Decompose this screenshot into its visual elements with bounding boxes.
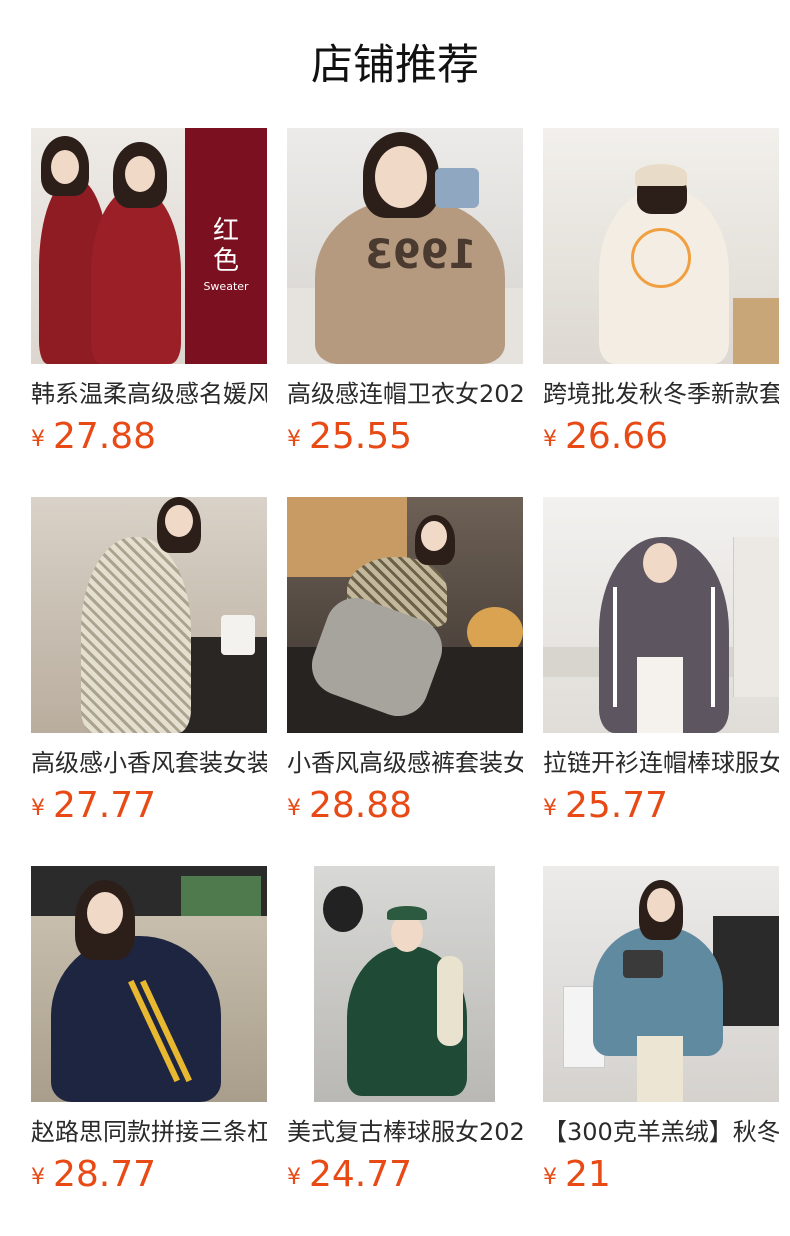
currency-symbol: ¥: [287, 796, 301, 821]
product-image[interactable]: [287, 497, 523, 733]
product-image[interactable]: [31, 866, 267, 1102]
product-price: ¥28.77: [31, 1154, 157, 1195]
product-title[interactable]: 【300克羊羔绒】秋冬外套: [543, 1114, 779, 1150]
product-price: ¥28.88: [287, 785, 413, 826]
product-image[interactable]: [543, 866, 779, 1102]
product-card[interactable]: 1993 高级感连帽卫衣女2023 ¥25.55: [287, 128, 523, 464]
product-price: ¥27.88: [31, 416, 157, 457]
product-title[interactable]: 跨境批发秋冬季新款套装: [543, 376, 779, 412]
product-image[interactable]: [543, 128, 779, 364]
product-image[interactable]: [31, 497, 267, 733]
currency-symbol: ¥: [31, 796, 45, 821]
smiley-print: [631, 228, 691, 288]
product-image[interactable]: [543, 497, 779, 733]
product-title[interactable]: 高级感连帽卫衣女2023: [287, 376, 523, 412]
currency-symbol: ¥: [31, 1165, 45, 1190]
product-price: ¥25.55: [287, 416, 413, 457]
product-card[interactable]: 拉链开衫连帽棒球服女 ¥25.77: [543, 497, 779, 833]
product-price: ¥26.66: [543, 416, 669, 457]
currency-symbol: ¥: [287, 1165, 301, 1190]
hoodie-print: 1993: [365, 232, 477, 278]
currency-symbol: ¥: [543, 1165, 557, 1190]
currency-symbol: ¥: [543, 796, 557, 821]
product-image[interactable]: 红 色 Sweater: [31, 128, 267, 364]
product-card[interactable]: 红 色 Sweater 韩系温柔高级感名媛风毛衣 ¥27.88: [31, 128, 267, 464]
product-price: ¥25.77: [543, 785, 669, 826]
product-title[interactable]: 韩系温柔高级感名媛风毛衣: [31, 376, 267, 412]
product-image[interactable]: 1993: [287, 128, 523, 364]
product-title[interactable]: 拉链开衫连帽棒球服女: [543, 745, 779, 781]
product-title[interactable]: 高级感小香风套装女装: [31, 745, 267, 781]
product-title[interactable]: 美式复古棒球服女2023: [287, 1114, 523, 1150]
product-price: ¥24.77: [287, 1154, 413, 1195]
product-price: ¥27.77: [31, 785, 157, 826]
product-image[interactable]: [287, 866, 523, 1102]
product-price: ¥21: [543, 1154, 611, 1195]
currency-symbol: ¥: [31, 427, 45, 452]
product-card[interactable]: 赵路思同款拼接三条杠外套 ¥28.77: [31, 866, 267, 1202]
product-card[interactable]: 【300克羊羔绒】秋冬外套 ¥21: [543, 866, 779, 1202]
currency-symbol: ¥: [543, 427, 557, 452]
product-title[interactable]: 赵路思同款拼接三条杠外套: [31, 1114, 267, 1150]
product-card[interactable]: 小香风高级感裤套装女 ¥28.88: [287, 497, 523, 833]
product-title[interactable]: 小香风高级感裤套装女: [287, 745, 523, 781]
color-badge: 红 色 Sweater: [185, 128, 267, 364]
product-card[interactable]: 美式复古棒球服女2023 ¥24.77: [287, 866, 523, 1202]
product-card[interactable]: 高级感小香风套装女装 ¥27.77: [31, 497, 267, 833]
product-card[interactable]: 跨境批发秋冬季新款套装 ¥26.66: [543, 128, 779, 464]
currency-symbol: ¥: [287, 427, 301, 452]
product-grid: 红 色 Sweater 韩系温柔高级感名媛风毛衣 ¥27.88 1993 高级感…: [0, 0, 790, 1236]
